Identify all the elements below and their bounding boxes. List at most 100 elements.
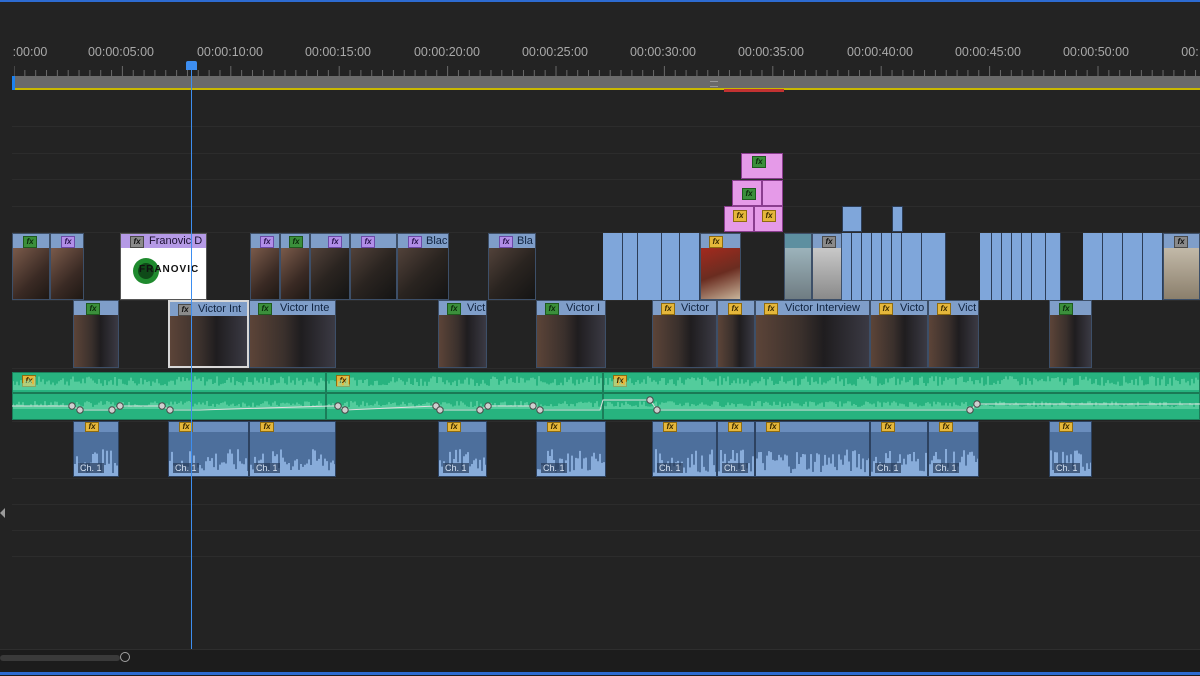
playhead-line[interactable] [191, 62, 192, 649]
work-area-start-handle[interactable] [12, 76, 15, 90]
video-clip[interactable]: fx [12, 233, 50, 300]
audio-clip[interactable]: fx Ch. 1 [870, 421, 928, 477]
video-clip[interactable] [872, 233, 882, 300]
audio-clip[interactable]: fx Ch. 1 [652, 421, 717, 477]
video-clip[interactable]: fx Victor Inte [249, 300, 336, 368]
keyframe-point[interactable] [76, 406, 84, 414]
video-clip[interactable]: fx [350, 233, 397, 300]
video-clip[interactable] [603, 233, 623, 300]
video-clip[interactable] [1046, 233, 1061, 300]
video-clip[interactable]: fx [250, 233, 280, 300]
title-clip[interactable]: fx Franovic D FRANOVIC [120, 233, 207, 300]
keyframe-point[interactable] [116, 402, 124, 410]
video-clip[interactable] [842, 206, 862, 232]
audio-clip[interactable]: fx Ch. 1 [168, 421, 249, 477]
audio-clip[interactable]: fx Ch. 1 [249, 421, 336, 477]
adjustment-clip[interactable]: fx [741, 153, 783, 179]
video-clip[interactable] [1123, 233, 1143, 300]
keyframe-point[interactable] [973, 400, 981, 408]
video-clip[interactable]: fx [1049, 300, 1092, 368]
video-clip[interactable]: fx Vict [438, 300, 487, 368]
video-clip[interactable] [1103, 233, 1123, 300]
video-clip[interactable] [1083, 233, 1103, 300]
channel-label: Ch. 1 [254, 463, 280, 473]
video-clip[interactable] [1032, 233, 1046, 300]
adjustment-clip[interactable]: fx [732, 180, 762, 206]
video-clip[interactable] [638, 233, 662, 300]
fx-badge: fx [260, 422, 274, 432]
audio-clip[interactable]: fx Ch. 1 [73, 421, 119, 477]
video-clip[interactable] [623, 233, 638, 300]
adjustment-clip[interactable]: fx [754, 206, 783, 232]
fx-badge: fx [23, 236, 37, 248]
scrollbar-track[interactable] [0, 655, 120, 661]
work-area-grip[interactable] [710, 81, 718, 87]
audio-clip[interactable]: fx [755, 421, 870, 477]
keyframe-point[interactable] [646, 396, 654, 404]
video-clip[interactable] [784, 233, 812, 300]
keyframe-point[interactable] [158, 402, 166, 410]
video-clip[interactable]: fx [700, 233, 741, 300]
video-clip[interactable] [882, 233, 892, 300]
video-clip[interactable]: fx [310, 233, 350, 300]
fx-badge: fx [361, 236, 375, 248]
video-clip[interactable]: fx Victor I [536, 300, 606, 368]
keyframe-point[interactable] [341, 406, 349, 414]
video-clip[interactable]: fx [717, 300, 755, 368]
video-clip[interactable] [1143, 233, 1163, 300]
video-clip[interactable] [662, 233, 680, 300]
adjustment-clip[interactable] [762, 180, 783, 206]
fx-badge: fx [130, 236, 144, 248]
video-clip[interactable]: fx [812, 233, 842, 300]
video-clip[interactable]: fx [280, 233, 310, 300]
video-clip[interactable]: fx Bla [488, 233, 536, 300]
video-clip[interactable] [902, 233, 922, 300]
video-clip[interactable]: fx [73, 300, 119, 368]
audio-clip[interactable]: fx Ch. 1 [536, 421, 606, 477]
video-clip[interactable] [842, 233, 852, 300]
audio-clip[interactable]: fx Ch. 1 [438, 421, 487, 477]
video-clip[interactable] [1022, 233, 1032, 300]
channel-label: Ch. 1 [173, 463, 199, 473]
clip-name: Victor Interview [785, 302, 860, 314]
video-clip[interactable] [862, 233, 872, 300]
video-clip-selected[interactable]: fx Victor Int [168, 300, 249, 368]
audio-clip[interactable]: fx Ch. 1 [928, 421, 979, 477]
adjustment-clip[interactable]: fx [724, 206, 754, 232]
audio-clip[interactable]: fx Ch. 1 [1049, 421, 1092, 477]
keyframe-point[interactable] [476, 406, 484, 414]
keyframe-point[interactable] [536, 406, 544, 414]
clip-name: Victor I [566, 302, 601, 314]
video-clip[interactable] [852, 233, 862, 300]
video-clip[interactable] [992, 233, 1002, 300]
audio-clip[interactable]: fx Ch. 1 [717, 421, 755, 477]
video-clip[interactable] [1002, 233, 1012, 300]
collapse-arrow-icon[interactable] [0, 508, 5, 518]
keyframe-point[interactable] [166, 406, 174, 414]
video-clip[interactable]: fx Victor Interview [755, 300, 870, 368]
video-clip[interactable] [922, 233, 946, 300]
keyframe-point[interactable] [68, 402, 76, 410]
keyframe-point[interactable] [484, 402, 492, 410]
fx-badge: fx [728, 422, 742, 432]
keyframe-point[interactable] [334, 402, 342, 410]
video-clip[interactable]: fx Victor [652, 300, 717, 368]
video-clip[interactable]: fx [50, 233, 84, 300]
video-clip[interactable]: fx Victo [870, 300, 928, 368]
keyframe-point[interactable] [653, 406, 661, 414]
video-clip[interactable] [892, 206, 903, 232]
audio-waveform [756, 449, 869, 476]
keyframe-point[interactable] [966, 406, 974, 414]
video-clip[interactable] [892, 233, 902, 300]
video-clip[interactable]: fx Vict [928, 300, 979, 368]
volume-keyframes[interactable] [0, 372, 1200, 420]
video-clip[interactable] [680, 233, 700, 300]
video-clip[interactable]: fx [1163, 233, 1200, 300]
video-clip[interactable]: fx Blac [397, 233, 449, 300]
video-clip[interactable] [1012, 233, 1022, 300]
scrollbar-handle[interactable] [120, 652, 130, 662]
keyframe-point[interactable] [529, 402, 537, 410]
keyframe-point[interactable] [108, 406, 116, 414]
video-clip[interactable] [980, 233, 992, 300]
keyframe-point[interactable] [436, 406, 444, 414]
